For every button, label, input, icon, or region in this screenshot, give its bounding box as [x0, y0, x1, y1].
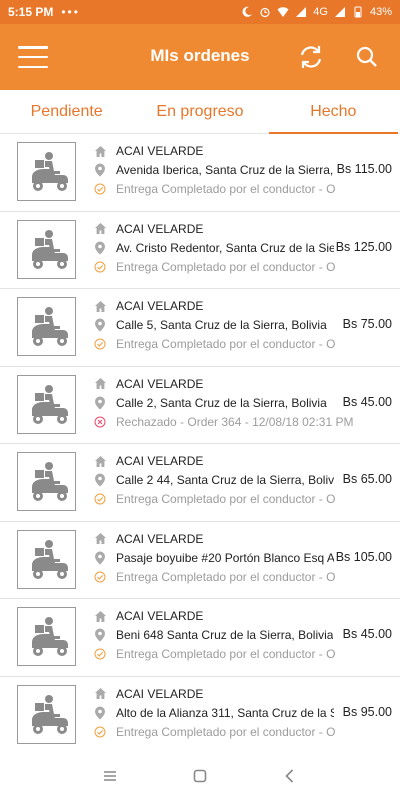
refresh-icon[interactable] — [296, 42, 326, 72]
delivery-address: Beni 648 Santa Cruz de la Sierra, Bolivi… — [116, 628, 334, 642]
wifi-icon — [277, 7, 289, 17]
location-pin-icon — [93, 241, 107, 255]
store-name: ACAI VELARDE — [116, 686, 204, 701]
delivery-scooter-icon — [17, 607, 76, 666]
delivery-scooter-icon — [17, 142, 76, 201]
order-status: Entrega Completado por el conductor - O — [116, 259, 336, 274]
delivery-scooter-icon — [17, 374, 76, 434]
store-home-icon — [93, 532, 107, 546]
signal-icon — [296, 7, 307, 17]
page-title: MIs ordenes — [150, 46, 250, 65]
location-pin-icon — [93, 318, 107, 332]
menu-icon[interactable] — [18, 46, 48, 68]
search-icon[interactable] — [352, 42, 382, 72]
alarm-icon — [260, 7, 270, 18]
tab-bar: Pendiente En progreso Hecho — [0, 90, 400, 134]
location-pin-icon — [93, 628, 107, 642]
location-pin-icon — [93, 163, 107, 177]
order-row[interactable]: ACAI VELARDE Alto de la Alianza 311, Sant… — [0, 677, 400, 753]
order-price: Bs 125.00 — [335, 239, 392, 254]
recent-apps-icon[interactable] — [100, 766, 120, 786]
check-circle-icon — [93, 647, 107, 661]
check-circle-icon — [93, 725, 107, 739]
delivery-scooter-icon — [17, 684, 76, 744]
store-home-icon — [93, 222, 107, 236]
battery-level: 43% — [369, 6, 392, 18]
store-name: ACAI VELARDE — [116, 376, 204, 391]
check-circle-icon — [93, 492, 107, 506]
tab-en-progreso[interactable]: En progreso — [133, 90, 266, 133]
order-price: Bs 95.00 — [342, 704, 392, 719]
delivery-address: Calle 5, Santa Cruz de la Sierra, Bolivi… — [116, 318, 327, 332]
store-home-icon — [93, 687, 107, 701]
order-price: Bs 75.00 — [342, 317, 392, 331]
check-circle-icon — [93, 570, 107, 584]
home-icon[interactable] — [190, 766, 210, 786]
order-status: Entrega Completado por el conductor - O — [116, 492, 336, 506]
order-status: Entrega Completado por el conductor - O — [116, 337, 336, 351]
store-name: ACAI VELARDE — [116, 454, 204, 468]
store-home-icon — [93, 609, 107, 623]
do-not-disturb-icon — [242, 6, 253, 17]
order-price: Bs 65.00 — [342, 472, 392, 486]
store-name: ACAI VELARDE — [116, 221, 204, 236]
check-circle-icon — [93, 337, 107, 351]
store-name: ACAI VELARDE — [116, 144, 204, 158]
location-pin-icon — [93, 706, 107, 720]
check-circle-icon — [93, 260, 107, 274]
order-row[interactable]: ACAI VELARDE Calle 2, Santa Cruz de la Si… — [0, 367, 400, 444]
back-icon[interactable] — [280, 766, 300, 786]
order-row[interactable]: ACAI VELARDE Avenida Iberica, Santa Cruz … — [0, 134, 400, 212]
delivery-scooter-icon — [17, 297, 76, 356]
tab-pendiente[interactable]: Pendiente — [0, 90, 133, 133]
store-home-icon — [93, 299, 107, 313]
system-nav-bar — [0, 752, 400, 800]
store-home-icon — [93, 377, 107, 391]
notification-dots-icon: ••• — [61, 5, 80, 19]
order-row[interactable]: ACAI VELARDE Av. Cristo Redentor, Santa C… — [0, 212, 400, 289]
order-row[interactable]: ACAI VELARDE Beni 648 Santa Cruz de la Si… — [0, 599, 400, 677]
store-name: ACAI VELARDE — [116, 531, 204, 546]
tab-hecho[interactable]: Hecho — [267, 90, 400, 134]
store-home-icon — [93, 454, 107, 468]
status-time: 5:15 PM — [8, 5, 54, 19]
order-list: ACAI VELARDE Avenida Iberica, Santa Cruz … — [0, 134, 400, 752]
order-status: Entrega Completado por el conductor - O — [116, 569, 336, 584]
delivery-address: Avenida Iberica, Santa Cruz de la Sierra… — [116, 163, 334, 177]
store-name: ACAI VELARDE — [116, 609, 204, 623]
battery-icon — [354, 6, 362, 18]
delivery-address: Calle 2, Santa Cruz de la Sierra, Bolivi… — [116, 395, 327, 410]
delivery-address: Alto de la Alianza 311, Santa Cruz de la… — [116, 705, 334, 720]
app-bar: MIs ordenes — [0, 24, 400, 90]
store-name: ACAI VELARDE — [116, 299, 204, 313]
order-status: Entrega Completado por el conductor - O — [116, 647, 336, 661]
order-status: Entrega Completado por el conductor - O — [116, 724, 336, 739]
delivery-scooter-icon — [17, 452, 76, 511]
rejected-icon — [93, 415, 107, 429]
delivery-address: Av. Cristo Redentor, Santa Cruz de la Si… — [116, 240, 334, 255]
order-row[interactable]: ACAI VELARDE Calle 2 44, Santa Cruz de la… — [0, 444, 400, 522]
delivery-address: Pasaje boyuibe #20 Portón Blanco Esq A — [116, 550, 334, 565]
order-status: Rechazado - Order 364 - 12/08/18 02:31 P… — [116, 414, 354, 429]
location-pin-icon — [93, 473, 107, 487]
order-price: Bs 105.00 — [335, 549, 392, 564]
order-row[interactable]: ACAI VELARDE Pasaje boyuibe #20 Portón Bl… — [0, 522, 400, 599]
order-price: Bs 115.00 — [336, 162, 392, 176]
order-status: Entrega Completado por el conductor - O — [116, 182, 336, 196]
delivery-scooter-icon — [17, 219, 76, 279]
store-home-icon — [93, 144, 107, 158]
order-row[interactable]: ACAI VELARDE Calle 5, Santa Cruz de la Si… — [0, 289, 400, 367]
network-type: 4G — [313, 6, 328, 18]
status-bar: 5:15 PM ••• 4G 43% — [0, 0, 400, 24]
signal-icon-2 — [334, 7, 345, 17]
delivery-scooter-icon — [17, 529, 76, 589]
check-circle-icon — [93, 182, 107, 196]
delivery-address: Calle 2 44, Santa Cruz de la Sierra, Bol… — [116, 473, 334, 487]
location-pin-icon — [93, 396, 107, 410]
order-price: Bs 45.00 — [342, 394, 392, 409]
location-pin-icon — [93, 551, 107, 565]
order-price: Bs 45.00 — [342, 627, 392, 641]
